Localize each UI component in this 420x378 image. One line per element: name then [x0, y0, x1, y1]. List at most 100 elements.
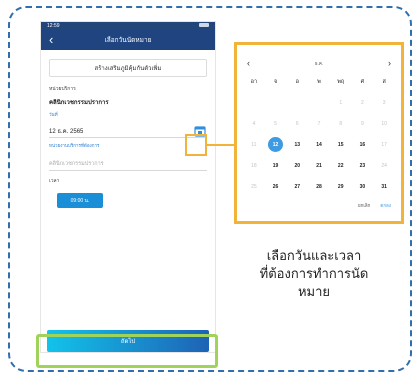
calendar-day[interactable]: 19: [265, 158, 287, 173]
date-label: วันที่: [49, 112, 58, 117]
day-number: 29: [337, 183, 344, 190]
unit-field-label: หน่วยงานบริการที่ต้องการ: [49, 143, 100, 148]
prev-month-icon[interactable]: ‹: [247, 58, 250, 68]
weekday-label: ศ: [360, 78, 365, 85]
calendar-day[interactable]: 27: [286, 179, 308, 194]
day-number: 21: [316, 162, 322, 169]
instruction-caption: เลือกวันและเวลา ที่ต้องการทำการนัด หมาย: [248, 247, 380, 301]
day-number: 15: [337, 141, 344, 148]
calendar-day[interactable]: 24: [373, 158, 395, 173]
calendar-icon-highlight: [185, 134, 207, 156]
month-label: ธ.ค.: [314, 60, 324, 66]
calendar-day[interactable]: 20: [286, 158, 308, 173]
calendar-actions: ยกเลิก ตกลง: [358, 202, 391, 209]
ok-button[interactable]: ตกลง: [380, 202, 391, 209]
day-number: 27: [294, 183, 301, 190]
day-number: 22: [337, 162, 344, 169]
day-number: 24: [381, 162, 387, 169]
calendar-day[interactable]: 7: [308, 116, 330, 131]
next-button-highlight: [36, 334, 218, 368]
calendar-day: [243, 95, 265, 110]
day-number: 26: [272, 183, 279, 190]
calendar-day[interactable]: 16: [352, 137, 374, 152]
calendar-day[interactable]: 15: [330, 137, 352, 152]
caption-line-2: ที่ต้องการทำการนัด: [259, 266, 369, 281]
calendar-day[interactable]: 28: [308, 179, 330, 194]
day-number: 16: [359, 141, 366, 148]
weekday-label: อา: [250, 78, 258, 85]
day-number: 10: [381, 120, 387, 127]
day-number: 4: [252, 120, 256, 127]
calendar-day[interactable]: 13: [286, 137, 308, 152]
calendar-day[interactable]: 31: [373, 179, 395, 194]
day-number: 31: [381, 183, 387, 190]
phone-screen: 12:59 ‹ เลือกวันนัดหมาย สร้างเสริมภูมิคุ…: [40, 21, 216, 353]
day-number: 28: [316, 183, 322, 190]
status-time: 12:59: [47, 23, 60, 29]
day-number: 30: [359, 183, 366, 190]
cancel-button[interactable]: ยกเลิก: [358, 202, 370, 209]
day-number: 14: [316, 141, 322, 148]
calendar-header: ‹ ธ.ค. ›: [247, 58, 391, 68]
day-number: 25: [251, 183, 257, 190]
nav-bar: ‹ เลือกวันนัดหมาย: [41, 30, 215, 50]
calendar-day[interactable]: 14: [308, 137, 330, 152]
day-number: 9: [361, 120, 364, 127]
day-number: 18: [251, 162, 257, 169]
calendar-day[interactable]: 5: [265, 116, 287, 131]
calendar-day[interactable]: 25: [243, 179, 265, 194]
booster-link-button[interactable]: สร้างเสริมภูมิคุ้มกันตัวเพิ่ม: [49, 59, 207, 77]
next-month-icon[interactable]: ›: [388, 58, 391, 68]
caption-line-1: เลือกวันและเวลา: [266, 248, 362, 263]
day-number: 19: [272, 162, 279, 169]
day-number: 11: [251, 141, 257, 148]
unit-label: หน่วยบริการ: [49, 86, 76, 92]
day-number: 1: [339, 99, 343, 106]
calendar-day[interactable]: 6: [286, 116, 308, 131]
calendar-day: [286, 95, 308, 110]
page-title: เลือกวันนัดหมาย: [104, 37, 152, 44]
weekday-label: อ: [295, 78, 299, 85]
day-number: 8: [339, 120, 343, 127]
calendar-day: [265, 95, 287, 110]
day-number: 2: [361, 99, 364, 106]
day-number: 7: [317, 120, 321, 127]
unit-value: คลินิกเวชกรรมปราการ: [49, 100, 109, 106]
calendar-day[interactable]: 22: [330, 158, 352, 173]
weekday-label: ส: [382, 78, 386, 85]
time-slot-button[interactable]: 09:00 น.: [57, 193, 103, 208]
calendar-day[interactable]: 17: [373, 137, 395, 152]
calendar-day[interactable]: 4: [243, 116, 265, 131]
calendar-day[interactable]: 2: [352, 95, 374, 110]
calendar-day[interactable]: 11: [243, 137, 265, 152]
date-value: 12 ธ.ค. 2565: [49, 128, 84, 135]
calendar-day: [308, 95, 330, 110]
calendar-day[interactable]: 30: [352, 179, 374, 194]
day-number: 3: [382, 99, 386, 106]
date-field[interactable]: 12 ธ.ค. 2565: [49, 124, 207, 138]
unit-field-value: คลินิกเวชกรรมปราการ: [49, 160, 104, 167]
calendar-day[interactable]: 26: [265, 179, 287, 194]
day-number: 23: [359, 162, 366, 169]
calendar-day[interactable]: 9: [352, 116, 374, 131]
calendar-day[interactable]: 10: [373, 116, 395, 131]
weekday-label: พฤ: [337, 78, 345, 85]
calendar-day[interactable]: 29: [330, 179, 352, 194]
calendar-day[interactable]: 8: [330, 116, 352, 131]
calendar-grid: อาจอพพฤศส 1 2 3 4 5 6 7 8 9 10 11 12 13 14 15 16 17 18 19 20…: [243, 74, 395, 194]
weekday-label: จ: [273, 78, 278, 85]
day-number: 20: [294, 162, 301, 169]
day-number: 13: [294, 141, 301, 148]
calendar-day-selected[interactable]: 12: [265, 137, 287, 152]
calendar-day[interactable]: 3: [373, 95, 395, 110]
calendar-day[interactable]: 23: [352, 158, 374, 173]
status-bar: 12:59: [41, 22, 215, 30]
unit-field[interactable]: คลินิกเวชกรรมปราการ: [49, 157, 207, 171]
day-number: 6: [295, 120, 299, 127]
calendar-day[interactable]: 1: [330, 95, 352, 110]
calendar-day[interactable]: 21: [308, 158, 330, 173]
highlight-connector: [207, 144, 234, 146]
back-arrow-icon[interactable]: ‹: [49, 32, 53, 48]
day-number: 17: [381, 141, 387, 148]
calendar-day[interactable]: 18: [243, 158, 265, 173]
